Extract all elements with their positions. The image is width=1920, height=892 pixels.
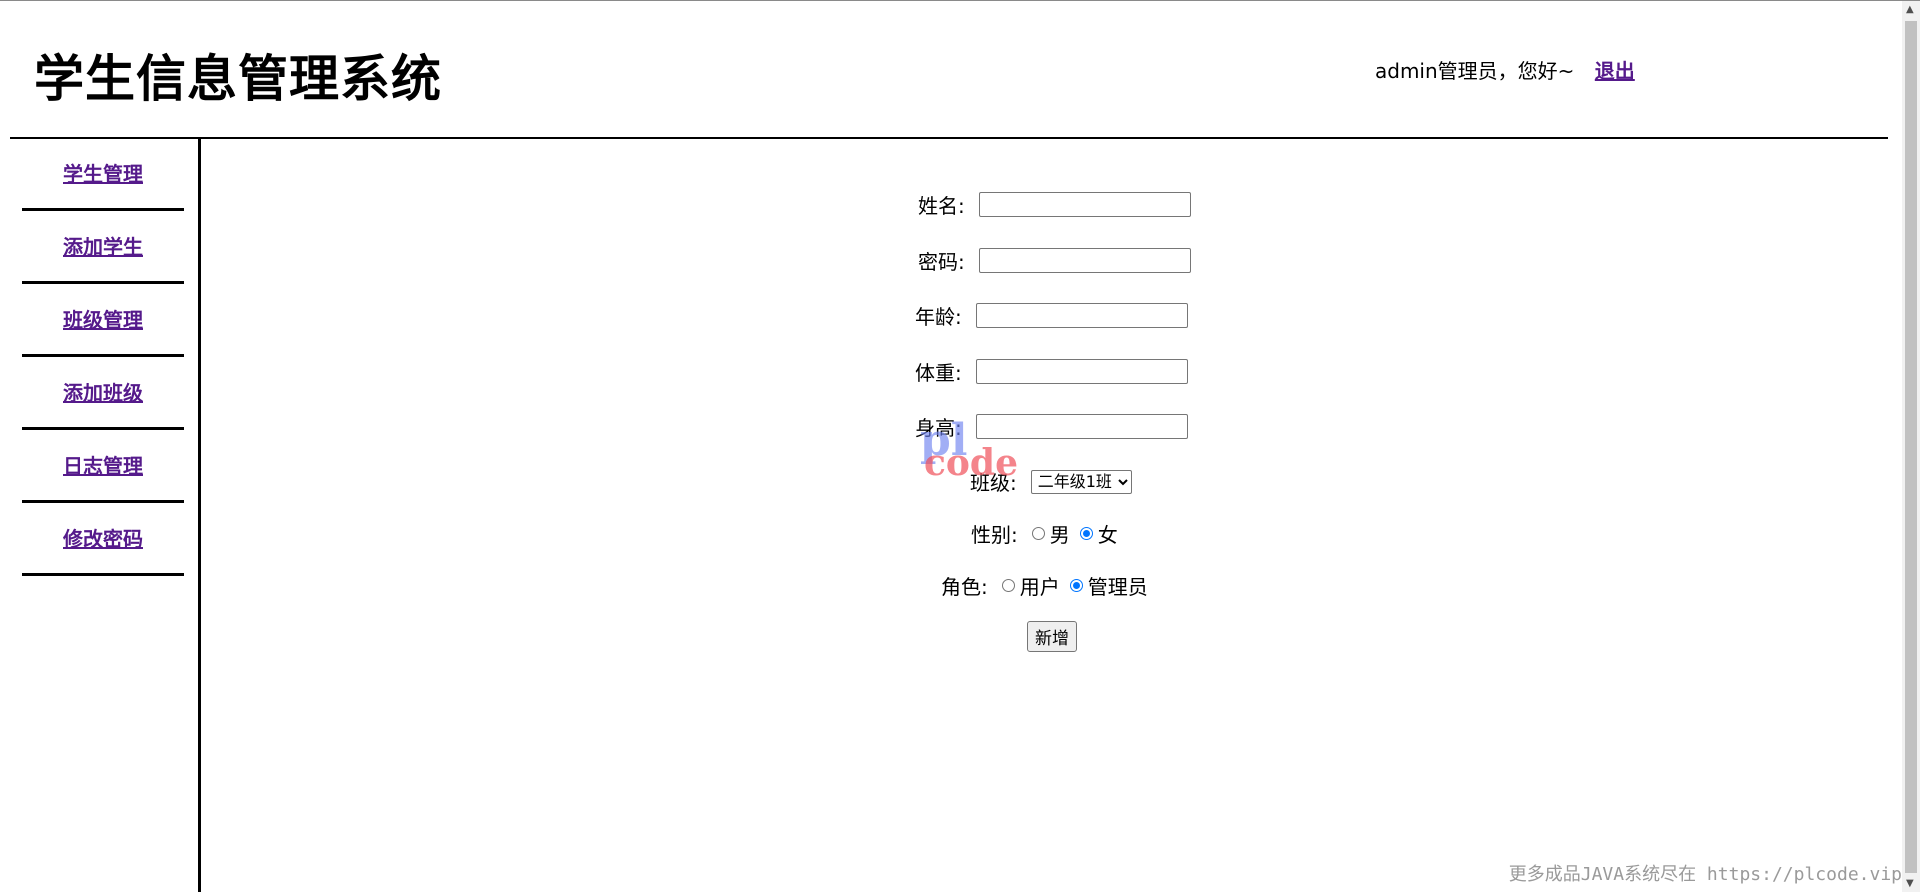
name-label: 姓名: — [918, 194, 965, 218]
scrollbar-thumb[interactable] — [1905, 21, 1917, 873]
role-user-radio[interactable] — [1001, 579, 1015, 592]
user-box: admin管理员，您好~ 退出 — [1375, 55, 1635, 84]
gender-label: 性别: — [971, 523, 1018, 547]
vertical-scrollbar[interactable]: ▲ ▼ — [1902, 1, 1920, 892]
age-row: 年龄: — [915, 301, 1188, 330]
sidebar-item-log-management[interactable]: 日志管理 — [22, 430, 184, 503]
name-row: 姓名: — [918, 190, 1191, 219]
header: 学生信息管理系统 admin管理员，您好~ 退出 — [10, 1, 1888, 139]
role-row: 角色: 用户 管理员 — [941, 571, 1158, 600]
gender-female-label: 女 — [1097, 523, 1118, 547]
watermark-logo-line2: code — [924, 442, 1019, 484]
gender-male-radio[interactable] — [1031, 527, 1045, 540]
user-greeting: admin管理员，您好~ — [1375, 59, 1575, 83]
add-button[interactable]: 新增 — [1027, 621, 1077, 652]
weight-label: 体重: — [915, 361, 962, 385]
role-option-user[interactable]: 用户 — [1001, 571, 1060, 600]
watermark-logo: pl code — [920, 419, 1019, 484]
sidebar-item-class-management[interactable]: 班级管理 — [22, 284, 184, 357]
weight-row: 体重: — [915, 357, 1188, 386]
weight-input[interactable] — [975, 359, 1188, 384]
password-label: 密码: — [918, 250, 965, 274]
role-label: 角色: — [941, 575, 988, 599]
gender-female-radio[interactable] — [1079, 527, 1093, 540]
role-admin-label: 管理员 — [1087, 575, 1148, 599]
role-user-label: 用户 — [1019, 575, 1060, 599]
gender-option-male[interactable]: 男 — [1031, 519, 1070, 548]
role-admin-radio[interactable] — [1069, 579, 1083, 592]
sidebar: 学生管理 添加学生 班级管理 添加班级 日志管理 修改密码 — [10, 138, 201, 892]
gender-option-female[interactable]: 女 — [1079, 519, 1118, 548]
logout-link[interactable]: 退出 — [1595, 59, 1635, 83]
scroll-down-icon[interactable]: ▼ — [1906, 879, 1914, 889]
sidebar-item-add-student[interactable]: 添加学生 — [22, 211, 184, 284]
name-input[interactable] — [978, 192, 1191, 217]
page: 学生信息管理系统 admin管理员，您好~ 退出 学生管理 添加学生 班级管理 … — [0, 0, 1920, 892]
age-input[interactable] — [975, 303, 1188, 328]
gender-male-label: 男 — [1049, 523, 1070, 547]
age-label: 年龄: — [915, 305, 962, 329]
sidebar-item-change-password[interactable]: 修改密码 — [22, 503, 184, 576]
scroll-up-icon[interactable]: ▲ — [1906, 5, 1914, 15]
gender-row: 性别: 男 女 — [971, 519, 1128, 548]
watermark-footer: 更多成品JAVA系统尽在 https://plcode.vip — [1508, 864, 1902, 885]
app-title: 学生信息管理系统 — [34, 50, 442, 108]
class-select[interactable]: 二年级1班 — [1030, 469, 1132, 494]
sidebar-item-add-class[interactable]: 添加班级 — [22, 357, 184, 430]
password-row: 密码: — [918, 246, 1191, 275]
password-input[interactable] — [978, 248, 1191, 273]
role-option-admin[interactable]: 管理员 — [1069, 571, 1148, 600]
sidebar-item-student-management[interactable]: 学生管理 — [22, 138, 184, 211]
